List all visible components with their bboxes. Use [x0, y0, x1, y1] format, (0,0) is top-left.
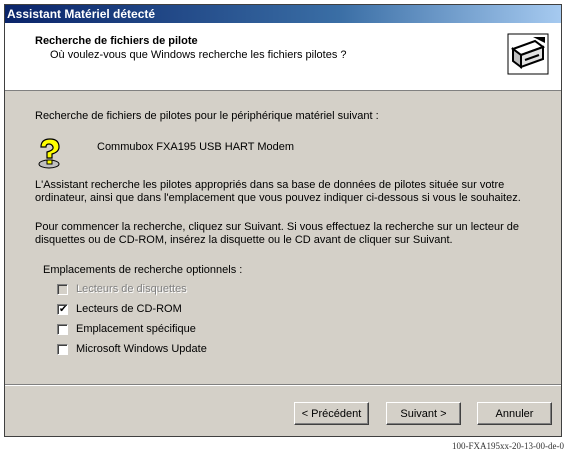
specific-location-label[interactable]: Emplacement spécifique — [76, 323, 196, 335]
option-windows-update[interactable]: Microsoft Windows Update — [57, 341, 207, 357]
header-subtitle: Où voulez-vous que Windows recherche les… — [50, 49, 347, 61]
description-paragraph: L'Assistant recherche les pilotes approp… — [35, 179, 521, 204]
unknown-device-icon — [35, 137, 65, 169]
cdrom-checkbox[interactable]: ✔ — [57, 303, 68, 315]
device-name: Commubox FXA195 USB HART Modem — [97, 141, 295, 153]
wizard-window: Assistant Matériel détecté Recherche de … — [4, 4, 562, 437]
option-specific-location[interactable]: Emplacement spécifique — [57, 321, 196, 337]
wizard-header: Recherche de fichiers de pilote Où voule… — [5, 23, 561, 91]
floppy-checkbox — [57, 283, 68, 295]
back-button[interactable]: < Précédent — [294, 402, 369, 425]
option-cdrom[interactable]: ✔ Lecteurs de CD-ROM — [57, 301, 182, 317]
specific-location-checkbox[interactable] — [57, 323, 68, 335]
floppy-label: Lecteurs de disquettes — [76, 283, 187, 295]
intro-text: Recherche de fichiers de pilotes pour le… — [35, 110, 379, 122]
cdrom-label[interactable]: Lecteurs de CD-ROM — [76, 303, 182, 315]
option-floppy: Lecteurs de disquettes — [57, 281, 187, 297]
cancel-button[interactable]: Annuler — [477, 402, 552, 425]
separator — [5, 384, 561, 386]
document-code: 100-FXA195xx-20-13-00-de-0 — [452, 441, 564, 451]
header-title: Recherche de fichiers de pilote — [35, 35, 198, 47]
title-bar[interactable]: Assistant Matériel détecté — [5, 5, 561, 23]
windows-update-label[interactable]: Microsoft Windows Update — [76, 343, 207, 355]
instruction-paragraph: Pour commencer la recherche, cliquez sur… — [35, 221, 520, 246]
next-button[interactable]: Suivant > — [386, 402, 461, 425]
windows-update-checkbox[interactable] — [57, 343, 68, 355]
checkmark-icon: ✔ — [59, 303, 68, 315]
options-label: Emplacements de recherche optionnels : — [43, 264, 243, 276]
hardware-wizard-icon — [507, 33, 549, 75]
